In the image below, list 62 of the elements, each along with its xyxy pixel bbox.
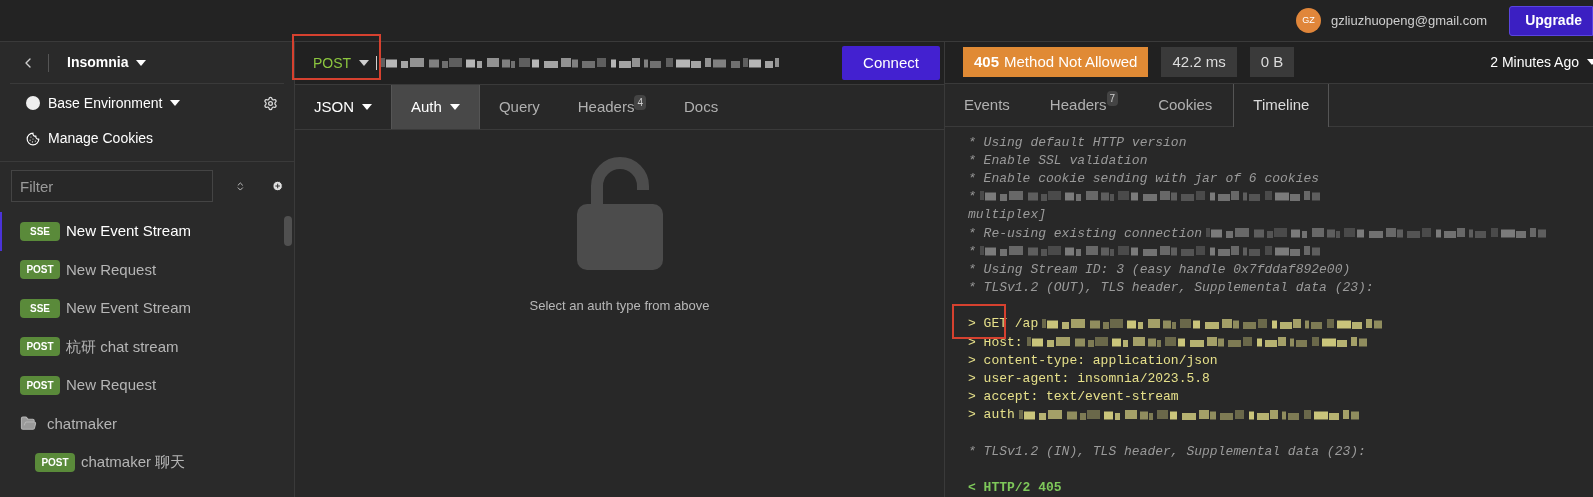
timeline-line: > content-type: application/json (968, 351, 1218, 370)
method-tag: POST (20, 337, 60, 357)
folder-icon (20, 415, 37, 433)
caret-icon (359, 60, 370, 66)
timeline-line: * TLSv1.2 (OUT), TLS header, Supplemental data (23): (968, 279, 1374, 298)
request-item[interactable]: SSE New Event Stream (0, 289, 284, 328)
response-tab[interactable]: Events (945, 83, 1029, 127)
user-email: gzliuzhuopeng@gmail.com (1330, 11, 1488, 30)
request-tab[interactable]: Auth (391, 85, 480, 129)
method-tag: SSE (20, 221, 60, 241)
method-dropdown[interactable]: POST (313, 52, 370, 74)
request-item[interactable]: SSE New Event Stream (0, 212, 284, 251)
caret-icon (170, 100, 181, 106)
request-item[interactable]: POST New Request (0, 366, 284, 405)
timeline-line: > auth (968, 406, 1015, 425)
request-item[interactable]: POST 杭研 chat stream (0, 327, 284, 366)
timeline-line: * Re-using existing connection (968, 224, 1203, 243)
empty-auth-message: Select an auth type from above (529, 297, 710, 315)
timeline-line: > user-agent: insomnia/2023.5.8 (968, 370, 1210, 389)
timeline-line: * Enable SSL validation (968, 151, 1148, 170)
count-badge: 7 (1106, 91, 1119, 107)
history-dropdown[interactable]: 2 Minutes Ago (1490, 51, 1593, 73)
folder-item[interactable]: chatmaker (0, 404, 284, 443)
timeline-line: > accept: text/event-stream (968, 388, 1179, 407)
request-item[interactable]: POST chatmaker 聊天 (0, 443, 284, 482)
method-tag: POST (20, 260, 60, 280)
connect-button[interactable]: Connect (842, 46, 940, 80)
time-badge: 42.2 ms (1161, 47, 1237, 78)
method-tag: SSE (20, 298, 60, 318)
caret-icon (1587, 59, 1593, 66)
response-tab[interactable]: Timeline (1233, 83, 1330, 128)
scrollbar[interactable] (284, 216, 292, 246)
timeline-line: * Enable cookie sending with jar of 6 cookies (968, 169, 1320, 188)
timeline-line: multiplex] (968, 206, 1046, 225)
method-tag: POST (20, 375, 60, 395)
count-badge: 4 (634, 94, 646, 110)
cookie-icon (26, 131, 40, 146)
request-tab[interactable]: JSON (295, 85, 391, 129)
timeline-line: < HTTP/2 405 (968, 479, 1062, 497)
status-badge: 405 Method Not Allowed (963, 47, 1149, 78)
response-tab[interactable]: Cookies (1139, 83, 1232, 127)
timeline-line: * (968, 188, 976, 207)
method-tag: POST (35, 452, 75, 472)
upgrade-button[interactable]: Upgrade (1509, 5, 1593, 36)
timeline-line: * Using default HTTP version (968, 133, 1187, 152)
caret-icon (362, 104, 372, 110)
caret-icon (449, 104, 460, 110)
timeline-line: * Using Stream ID: 3 (easy handle 0x7fddaf892e00) (968, 260, 1351, 279)
filter-field[interactable]: Filter (11, 170, 213, 202)
timeline-line: * TLSv1.2 (IN), TLS header, Supplemental data (23): (968, 442, 1366, 461)
unlocked-padlock-icon (576, 154, 663, 270)
timeline-line: * (968, 242, 976, 261)
size-badge: 0 B (1249, 47, 1295, 78)
manage-cookies-button[interactable]: Manage Cookies (26, 128, 154, 149)
environment-dropdown[interactable]: Base Environment (26, 92, 181, 114)
caret-icon (136, 59, 147, 66)
request-tab[interactable]: Docs (665, 85, 738, 129)
settings-icon[interactable] (263, 95, 278, 111)
request-item[interactable]: POST New Request (0, 250, 284, 289)
project-dropdown[interactable]: Insomnia (67, 52, 147, 73)
request-tab[interactable]: Query (479, 85, 559, 129)
add-icon[interactable] (271, 178, 283, 194)
